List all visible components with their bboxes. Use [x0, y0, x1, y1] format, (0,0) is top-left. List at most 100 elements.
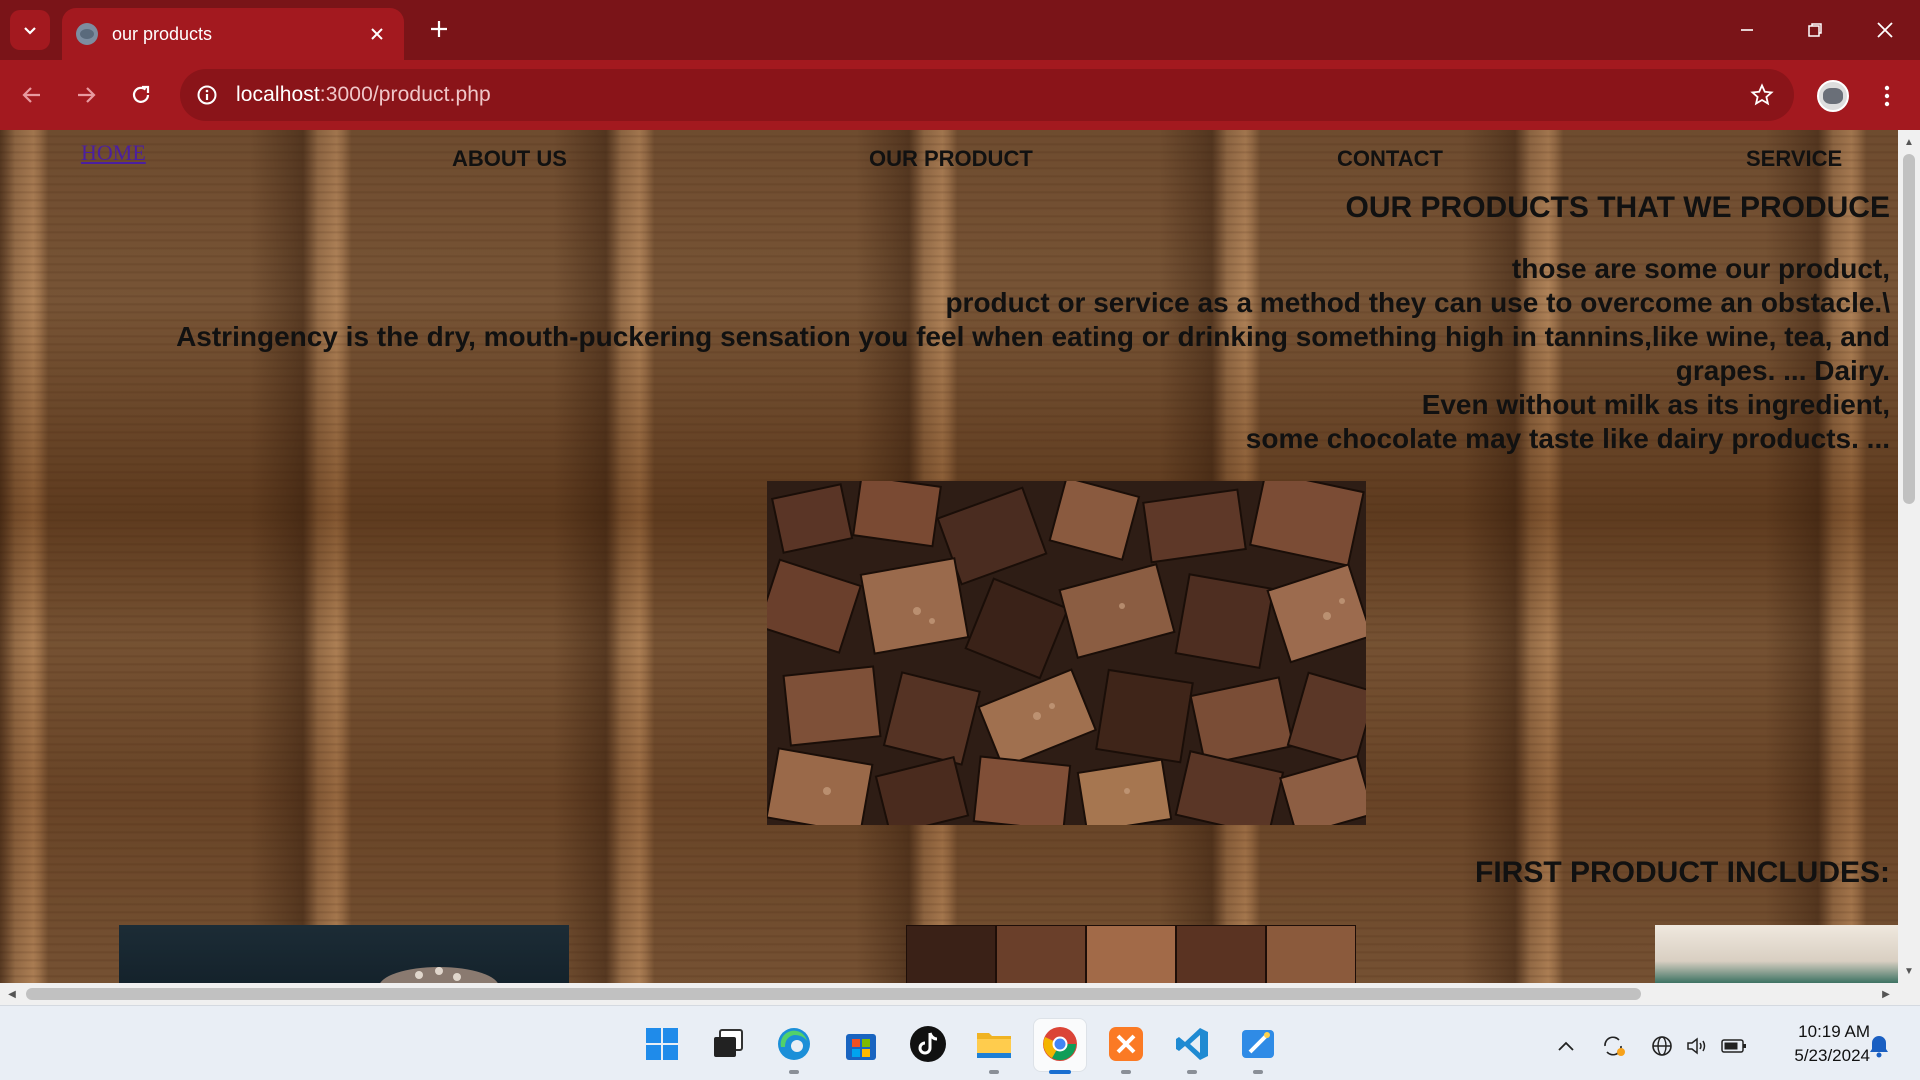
- task-view-button[interactable]: [706, 1022, 750, 1066]
- bookmark-button[interactable]: [1748, 81, 1776, 109]
- product-thumbnail: [119, 925, 569, 983]
- taskbar-xampp[interactable]: [1104, 1022, 1148, 1074]
- url-text: localhost:3000/product.php: [236, 83, 491, 107]
- paint-icon: [1242, 1030, 1274, 1058]
- intro-line: grapes. ... Dairy.: [1675, 355, 1890, 386]
- back-button[interactable]: [12, 75, 52, 115]
- sync-icon: [1604, 1036, 1625, 1056]
- running-indicator: [1121, 1070, 1131, 1074]
- vertical-scrollbar[interactable]: ▲ ▼: [1898, 130, 1920, 983]
- url-host: localhost: [236, 83, 320, 106]
- chevron-up-icon: [1558, 1041, 1574, 1051]
- taskbar-file-explorer[interactable]: [972, 1022, 1016, 1074]
- scrollbar-corner: [1898, 983, 1920, 1005]
- product-thumbnail: [906, 925, 1356, 983]
- chocolate-bars-image: [906, 925, 1356, 983]
- taskbar-tiktok[interactable]: [906, 1022, 950, 1066]
- start-button[interactable]: [640, 1022, 684, 1066]
- more-vertical-icon: [1884, 85, 1890, 107]
- taskbar-edge[interactable]: [772, 1022, 816, 1074]
- battery-icon: [1721, 1039, 1746, 1053]
- taskbar-chrome[interactable]: [1038, 1022, 1082, 1074]
- intro-line: product or service as a method they can …: [945, 287, 1890, 318]
- running-indicator: [989, 1070, 999, 1074]
- nav-product-link[interactable]: OUR PRODUCT: [869, 146, 1033, 172]
- intro-section: OUR PRODUCTS THAT WE PRODUCE those are s…: [30, 190, 1890, 456]
- active-indicator: [1049, 1070, 1071, 1074]
- site-navigation: HOME ABOUT US OUR PRODUCT CONTACT SERVIC…: [0, 130, 1898, 180]
- tab-search-button[interactable]: [10, 10, 50, 50]
- intro-paragraph: those are some our product, product or s…: [30, 252, 1890, 456]
- taskbar-paint[interactable]: [1236, 1022, 1280, 1074]
- browser-menu-button[interactable]: [1872, 80, 1902, 112]
- windows-logo-icon: [646, 1028, 678, 1060]
- product-thumbnail: [1655, 925, 1898, 983]
- vertical-scroll-thumb[interactable]: [1903, 154, 1915, 504]
- scroll-right-arrow[interactable]: ▶: [1876, 983, 1896, 1005]
- clock-date: 5/23/2024: [1794, 1046, 1870, 1065]
- restore-icon: [1808, 23, 1822, 37]
- minimize-icon: [1741, 29, 1753, 31]
- running-indicator: [1187, 1070, 1197, 1074]
- page-viewport: HOME ABOUT US OUR PRODUCT CONTACT SERVIC…: [0, 130, 1898, 983]
- nav-home-link[interactable]: HOME: [81, 140, 146, 166]
- nav-contact-link[interactable]: CONTACT: [1337, 146, 1443, 172]
- system-clock[interactable]: 10:19 AM 5/23/2024: [1760, 1020, 1870, 1068]
- arrow-left-icon: [22, 87, 40, 103]
- windows-taskbar: 10:19 AM 5/23/2024: [0, 1005, 1920, 1080]
- horizontal-scrollbar[interactable]: ◀ ▶: [0, 983, 1898, 1005]
- arrow-right-icon: [78, 87, 96, 103]
- chrome-icon: [1043, 1027, 1077, 1061]
- store-icon: [846, 1034, 876, 1060]
- forward-button[interactable]: [66, 75, 106, 115]
- tray-volume[interactable]: [1684, 1034, 1710, 1058]
- tray-battery[interactable]: [1721, 1034, 1747, 1058]
- tab-title: our products: [112, 23, 213, 44]
- first-product-heading: FIRST PRODUCT INCLUDES:: [1475, 856, 1890, 889]
- minimize-button[interactable]: [1724, 10, 1770, 50]
- intro-line: those are some our product,: [1511, 253, 1890, 284]
- notifications-button[interactable]: [1866, 1034, 1892, 1058]
- address-bar[interactable]: localhost:3000/product.php: [180, 69, 1794, 121]
- horizontal-scroll-thumb[interactable]: [26, 988, 1641, 1000]
- plus-icon: [431, 21, 447, 37]
- intro-line: Even without milk as its ingredient,: [1421, 389, 1890, 420]
- tiktok-icon: [910, 1026, 946, 1062]
- running-indicator: [1253, 1070, 1263, 1074]
- reload-icon: [132, 85, 150, 103]
- star-icon: [1750, 83, 1774, 106]
- url-path: :3000/product.php: [319, 83, 491, 106]
- folder-icon: [977, 1033, 1011, 1058]
- chocolate-pieces-illustration: [767, 481, 1366, 825]
- browser-tab[interactable]: our products: [62, 8, 404, 60]
- profile-avatar[interactable]: [1817, 80, 1849, 112]
- nav-service-link[interactable]: SERVICE: [1746, 146, 1842, 172]
- browser-toolbar: localhost:3000/product.php: [0, 60, 1920, 130]
- globe-icon: [76, 23, 98, 45]
- reload-button[interactable]: [121, 75, 161, 115]
- close-icon: [371, 28, 383, 40]
- scroll-down-arrow[interactable]: ▼: [1898, 961, 1920, 981]
- xampp-icon: [1109, 1027, 1143, 1061]
- clock-time: 10:19 AM: [1798, 1022, 1870, 1041]
- nav-about-link[interactable]: ABOUT US: [452, 146, 567, 172]
- tab-close-button[interactable]: [364, 21, 390, 47]
- globe-icon: [1652, 1036, 1672, 1056]
- site-info-button[interactable]: [192, 80, 222, 110]
- tray-network[interactable]: [1649, 1034, 1675, 1058]
- task-view-icon: [714, 1029, 743, 1057]
- scroll-up-arrow[interactable]: ▲: [1898, 132, 1920, 152]
- chocolate-image: [767, 481, 1366, 825]
- taskbar-vscode[interactable]: [1170, 1022, 1214, 1074]
- taskbar-store[interactable]: [839, 1022, 883, 1066]
- show-hidden-icons-button[interactable]: [1553, 1034, 1579, 1058]
- running-indicator: [789, 1070, 799, 1074]
- tray-sync[interactable]: [1601, 1034, 1627, 1058]
- close-window-button[interactable]: [1862, 10, 1908, 50]
- scroll-left-arrow[interactable]: ◀: [2, 983, 22, 1005]
- edge-icon: [778, 1028, 810, 1060]
- restore-button[interactable]: [1792, 10, 1838, 50]
- new-tab-button[interactable]: [424, 14, 454, 44]
- chevron-down-icon: [24, 27, 36, 35]
- speaker-icon: [1687, 1037, 1706, 1055]
